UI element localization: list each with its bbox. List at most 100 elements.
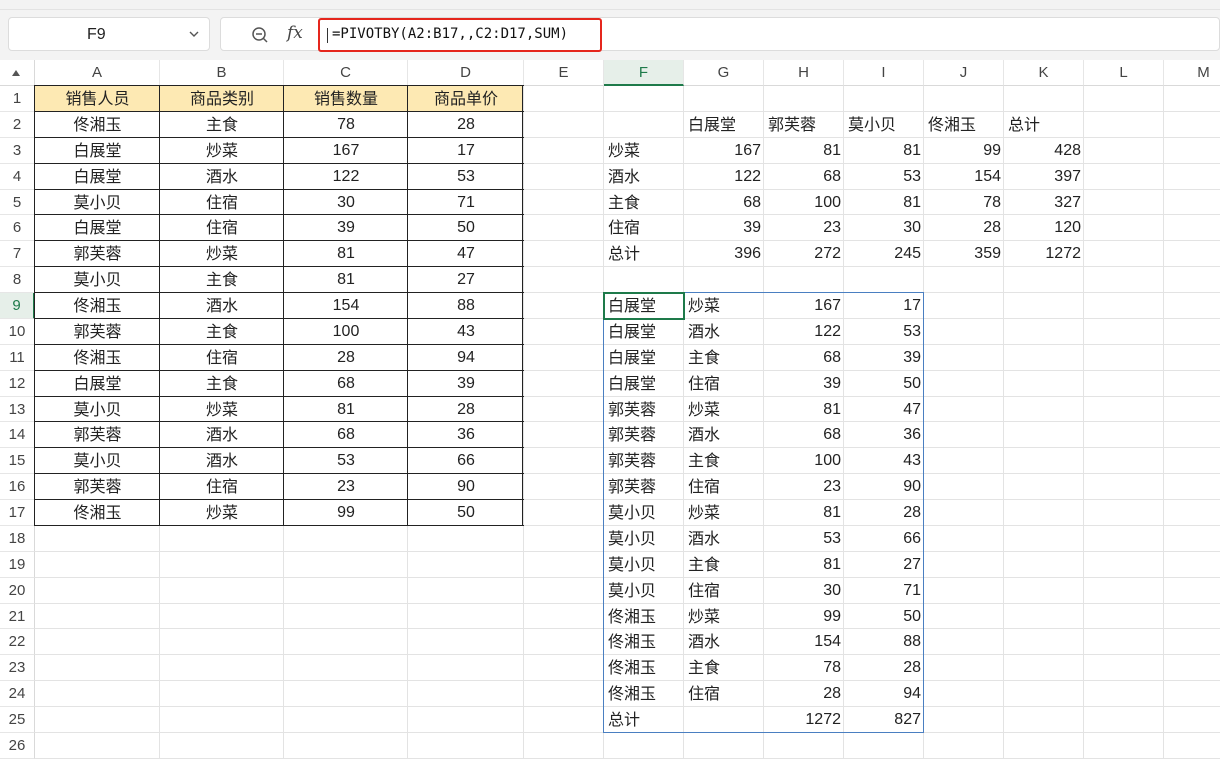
table-cell[interactable]: 28 [408,112,524,138]
formula-bar[interactable]: fx =PIVOTBY(A2:B17,,C2:D17,SUM) [220,17,1220,52]
table-cell[interactable]: 白展堂 [35,371,160,397]
pivot-value[interactable]: 81 [844,190,924,216]
table-cell[interactable]: 50 [408,215,524,241]
chevron-down-icon[interactable] [189,30,199,38]
table-cell[interactable]: 68 [284,422,408,448]
row-header-22[interactable]: 22 [0,629,35,656]
pivot-value[interactable]: 1272 [1004,241,1084,267]
pivot-value[interactable]: 28 [924,215,1004,241]
table-cell[interactable]: 100 [284,319,408,345]
fx-icon[interactable]: fx [287,23,303,43]
table-cell[interactable]: 白展堂 [35,215,160,241]
pivot-value[interactable]: 81 [764,138,844,164]
pivot-column-header[interactable]: 郭芙蓉 [764,112,844,138]
pivot-value[interactable]: 53 [844,164,924,190]
column-header-c[interactable]: C [284,60,408,86]
row-header-14[interactable]: 14 [0,422,35,449]
table-cell[interactable]: 郭芙蓉 [35,319,160,345]
table-cell[interactable]: 53 [408,164,524,190]
table-cell[interactable]: 36 [408,422,524,448]
row-header-7[interactable]: 7 [0,241,35,268]
table-cell[interactable]: 主食 [160,371,284,397]
pivot-row-label[interactable]: 住宿 [604,215,684,241]
row-header-13[interactable]: 13 [0,396,35,423]
select-all-corner[interactable] [0,60,35,86]
table-cell[interactable]: 81 [284,397,408,423]
pivot-value[interactable]: 245 [844,241,924,267]
zoom-out-icon[interactable] [251,26,269,44]
row-header-4[interactable]: 4 [0,163,35,190]
table-cell[interactable]: 佟湘玉 [35,345,160,371]
formula-input[interactable]: =PIVOTBY(A2:B17,,C2:D17,SUM) [318,18,602,52]
table-cell[interactable]: 白展堂 [35,138,160,164]
row-header-15[interactable]: 15 [0,448,35,475]
pivot-row-label[interactable]: 主食 [604,190,684,216]
pivot-value[interactable]: 122 [684,164,764,190]
row-header-5[interactable]: 5 [0,189,35,216]
table-cell[interactable]: 炒菜 [160,397,284,423]
name-box[interactable]: F9 [8,17,210,51]
table-header-cell[interactable]: 销售数量 [284,86,408,112]
row-header-9[interactable]: 9 [0,293,35,319]
table-cell[interactable]: 住宿 [160,474,284,500]
table-cell[interactable]: 郭芙蓉 [35,241,160,267]
table-cell[interactable]: 酒水 [160,293,284,319]
row-header-10[interactable]: 10 [0,318,35,345]
table-cell[interactable]: 154 [284,293,408,319]
table-cell[interactable]: 28 [284,345,408,371]
table-cell[interactable]: 68 [284,371,408,397]
row-header-6[interactable]: 6 [0,215,35,242]
row-header-19[interactable]: 19 [0,551,35,578]
table-cell[interactable]: 99 [284,500,408,526]
table-cell[interactable]: 66 [408,448,524,474]
table-cell[interactable]: 27 [408,267,524,293]
table-cell[interactable]: 郭芙蓉 [35,422,160,448]
column-header-g[interactable]: G [684,60,764,86]
table-cell[interactable]: 30 [284,190,408,216]
column-header-d[interactable]: D [408,60,524,86]
pivot-value[interactable]: 154 [924,164,1004,190]
pivot-value[interactable]: 81 [844,138,924,164]
table-header-cell[interactable]: 商品类别 [160,86,284,112]
row-header-26[interactable]: 26 [0,733,35,759]
table-cell[interactable]: 90 [408,474,524,500]
column-header-i[interactable]: I [844,60,924,86]
table-cell[interactable]: 住宿 [160,215,284,241]
column-header-a[interactable]: A [35,60,160,86]
table-cell[interactable]: 17 [408,138,524,164]
row-header-11[interactable]: 11 [0,344,35,371]
table-cell[interactable]: 酒水 [160,164,284,190]
table-cell[interactable]: 122 [284,164,408,190]
table-cell[interactable]: 47 [408,241,524,267]
table-cell[interactable]: 81 [284,267,408,293]
column-header-m[interactable]: M [1164,60,1220,86]
table-cell[interactable]: 佟湘玉 [35,112,160,138]
table-cell[interactable]: 主食 [160,319,284,345]
pivot-column-header[interactable]: 莫小贝 [844,112,924,138]
pivot-column-header[interactable]: 佟湘玉 [924,112,1004,138]
pivot-value[interactable]: 272 [764,241,844,267]
pivot-value[interactable]: 327 [1004,190,1084,216]
column-header-j[interactable]: J [924,60,1004,86]
table-cell[interactable]: 主食 [160,112,284,138]
row-header-20[interactable]: 20 [0,577,35,604]
table-cell[interactable]: 88 [408,293,524,319]
row-header-12[interactable]: 12 [0,370,35,397]
column-header-l[interactable]: L [1084,60,1164,86]
table-cell[interactable]: 炒菜 [160,138,284,164]
table-cell[interactable]: 酒水 [160,448,284,474]
row-header-2[interactable]: 2 [0,111,35,138]
pivot-value[interactable]: 397 [1004,164,1084,190]
pivot-row-label[interactable]: 酒水 [604,164,684,190]
table-cell[interactable]: 莫小贝 [35,448,160,474]
column-header-e[interactable]: E [524,60,604,86]
column-header-k[interactable]: K [1004,60,1084,86]
table-cell[interactable]: 53 [284,448,408,474]
table-cell[interactable]: 住宿 [160,345,284,371]
pivot-value[interactable]: 359 [924,241,1004,267]
column-header-f[interactable]: F [604,60,684,86]
table-cell[interactable]: 50 [408,500,524,526]
table-cell[interactable]: 71 [408,190,524,216]
table-header-cell[interactable]: 销售人员 [35,86,160,112]
pivot-value[interactable]: 100 [764,190,844,216]
